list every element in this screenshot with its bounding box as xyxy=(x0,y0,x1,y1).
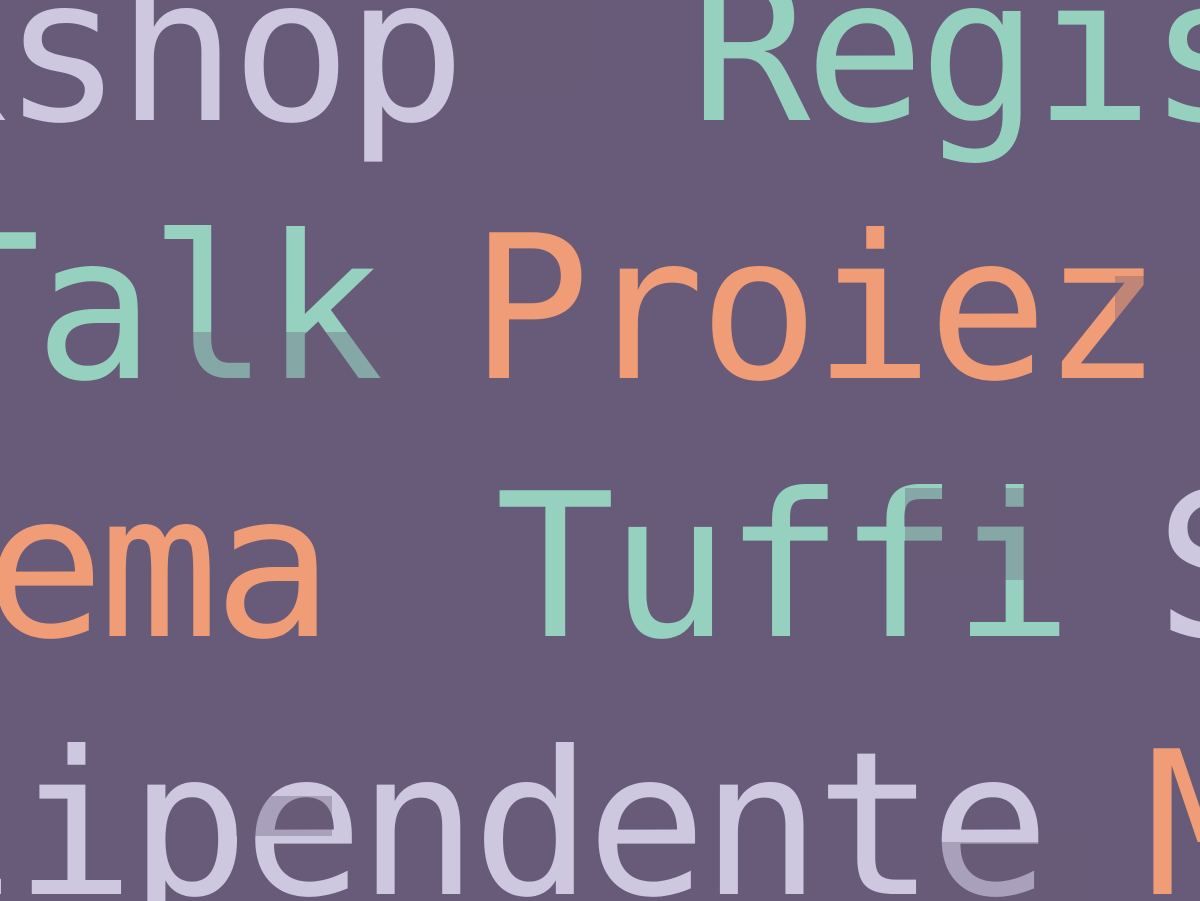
word-registrazione: Regis xyxy=(690,0,1200,168)
glitch-patch xyxy=(938,842,1088,901)
word-m-fragment: M xyxy=(1145,726,1200,901)
glitch-patch xyxy=(186,332,398,400)
glitch-patch xyxy=(1115,276,1200,346)
word-s-fragment: S xyxy=(1155,468,1200,668)
word-workshop: kshop xyxy=(0,0,466,168)
word-indipendente: lipendente xyxy=(0,709,1050,901)
glitch-patch xyxy=(454,0,586,88)
word-proiezione: Proiez xyxy=(470,193,1162,426)
glitch-patch xyxy=(905,488,1055,580)
glitch-patch xyxy=(236,796,332,836)
word-collage: kshop Regis Talk Proiez hema Tuffi S lip… xyxy=(0,0,1200,901)
word-cinema: hema xyxy=(0,451,334,684)
